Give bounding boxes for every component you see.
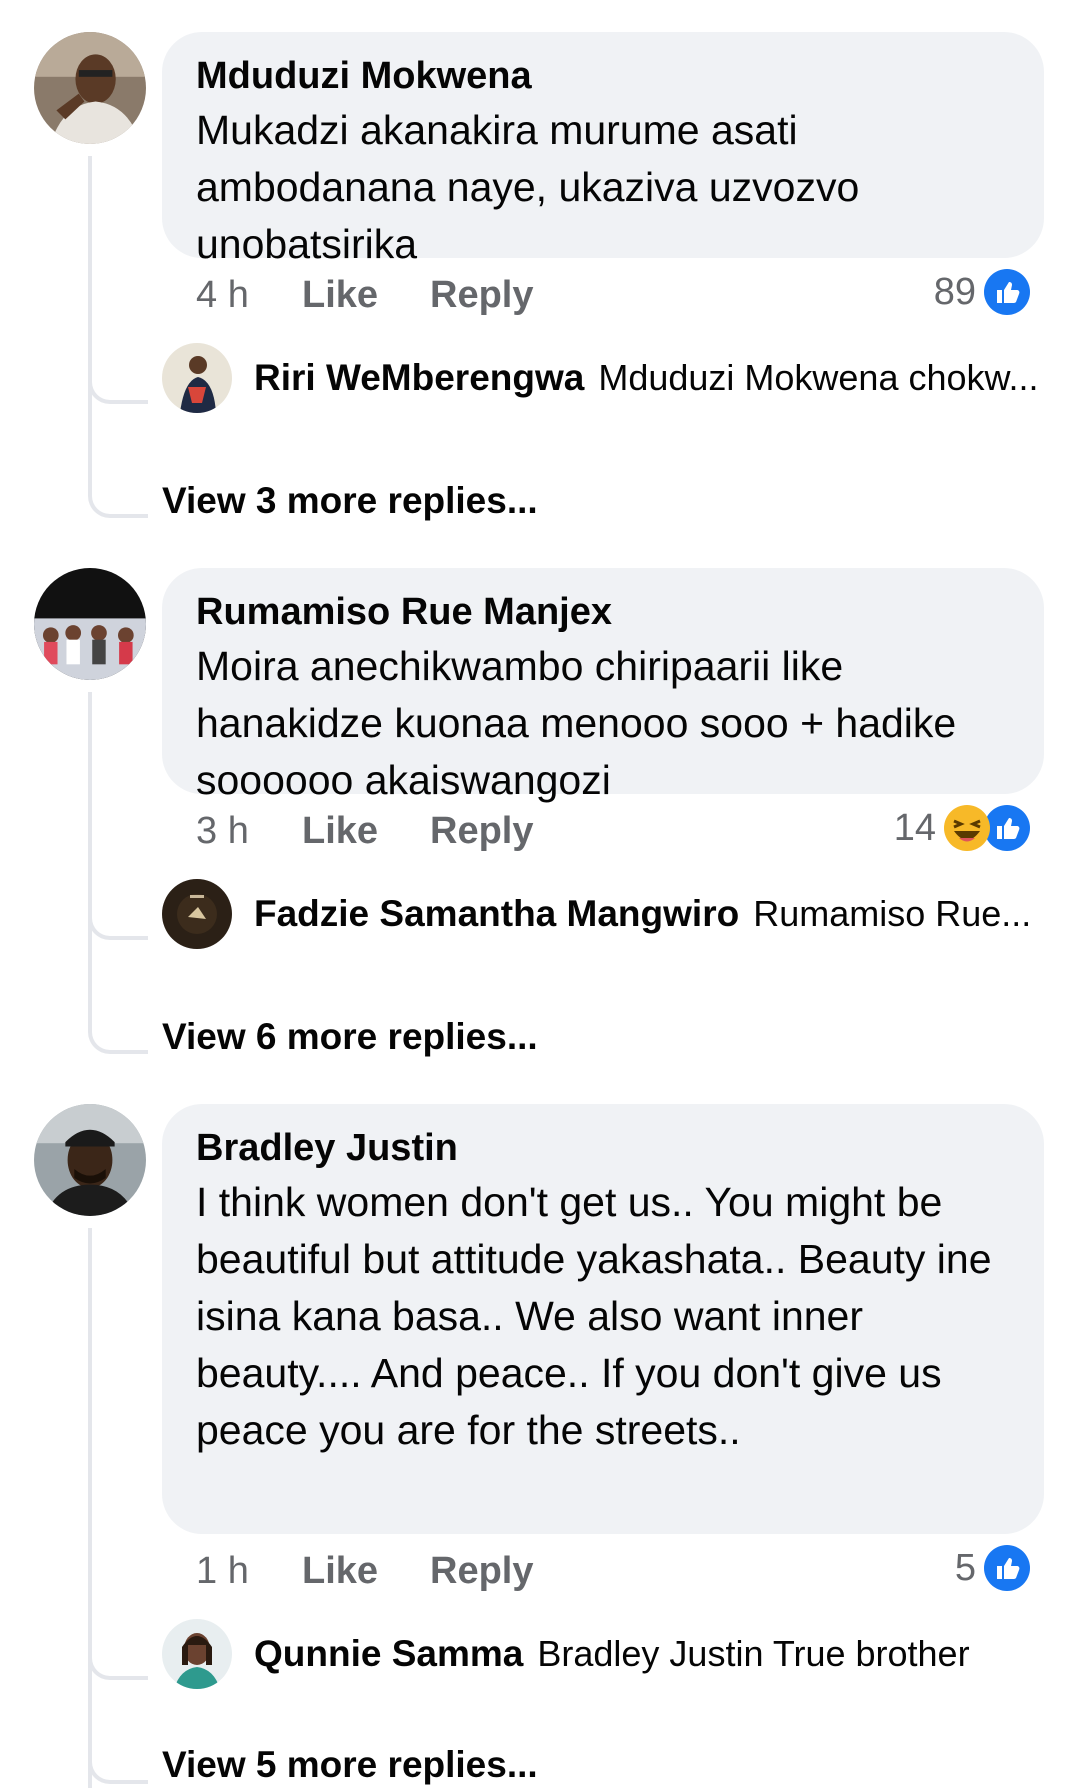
more-connector: [88, 1718, 148, 1784]
like-icon: [984, 269, 1030, 315]
reply-avatar[interactable]: [162, 1619, 232, 1689]
comment-author[interactable]: Bradley Justin: [196, 1122, 1010, 1174]
like-icon: [984, 1545, 1030, 1591]
reply-button[interactable]: Reply: [430, 810, 533, 853]
like-icon: [984, 805, 1030, 851]
comment-time[interactable]: 1 h: [196, 1550, 249, 1593]
reply-preview[interactable]: Riri WeMberengwa Mduduzi Mokwena chokw..…: [162, 342, 1039, 414]
reply-author[interactable]: Riri WeMberengwa: [254, 357, 584, 399]
reaction-count: 14: [893, 806, 936, 849]
reply-text: Rumamiso Rue...: [753, 893, 1032, 934]
reply-text: Mduduzi Mokwena chokw...: [598, 357, 1039, 398]
reply-preview[interactable]: Qunnie Samma Bradley Justin True brother: [162, 1618, 970, 1690]
reply-text: Bradley Justin True brother: [537, 1633, 970, 1674]
thread-line: [88, 692, 92, 992]
view-more-replies[interactable]: View 5 more replies...: [162, 1744, 538, 1786]
reaction-count: 5: [954, 1546, 976, 1589]
thread-line: [88, 1228, 92, 1788]
comment-author[interactable]: Rumamiso Rue Manjex: [196, 586, 1010, 638]
more-connector: [88, 452, 148, 518]
reply-author[interactable]: Fadzie Samantha Mangwiro: [254, 893, 739, 935]
reaction-count: 89: [933, 270, 976, 313]
reaction-summary[interactable]: 89: [934, 268, 1030, 316]
more-connector: [88, 988, 148, 1054]
reaction-summary[interactable]: 5: [955, 1544, 1030, 1592]
like-button[interactable]: Like: [302, 274, 378, 317]
comment-bubble[interactable]: Rumamiso Rue Manjex Moira anechikwambo c…: [162, 568, 1044, 803]
reply-button[interactable]: Reply: [430, 274, 533, 317]
reply-connector: [88, 1638, 148, 1680]
comment-time[interactable]: 4 h: [196, 274, 249, 317]
comment-bubble[interactable]: Mduduzi Mokwena Mukadzi akanakira murume…: [162, 32, 1044, 267]
reply-button[interactable]: Reply: [430, 1550, 533, 1593]
avatar[interactable]: [34, 568, 146, 680]
comment-text: I think women don't get us.. You might b…: [196, 1179, 992, 1453]
reply-avatar[interactable]: [162, 879, 232, 949]
comment-author[interactable]: Mduduzi Mokwena: [196, 50, 1010, 102]
reply-avatar[interactable]: [162, 343, 232, 413]
view-more-replies[interactable]: View 3 more replies...: [162, 480, 538, 522]
view-more-replies[interactable]: View 6 more replies...: [162, 1016, 538, 1058]
like-button[interactable]: Like: [302, 810, 378, 853]
haha-icon: [944, 805, 990, 851]
comment-text: Mukadzi akanakira murume asati ambodanan…: [196, 107, 860, 267]
comment-bubble[interactable]: Bradley Justin I think women don't get u…: [162, 1104, 1044, 1534]
avatar[interactable]: [34, 32, 146, 144]
reply-connector: [88, 898, 148, 940]
reply-author[interactable]: Qunnie Samma: [254, 1633, 523, 1675]
reply-preview[interactable]: Fadzie Samantha Mangwiro Rumamiso Rue...: [162, 878, 1031, 950]
like-button[interactable]: Like: [302, 1550, 378, 1593]
comment-text: Moira anechikwambo chiripaarii like hana…: [196, 643, 957, 803]
comment-time[interactable]: 3 h: [196, 810, 249, 853]
avatar[interactable]: [34, 1104, 146, 1216]
reaction-summary[interactable]: 14: [894, 804, 1030, 852]
